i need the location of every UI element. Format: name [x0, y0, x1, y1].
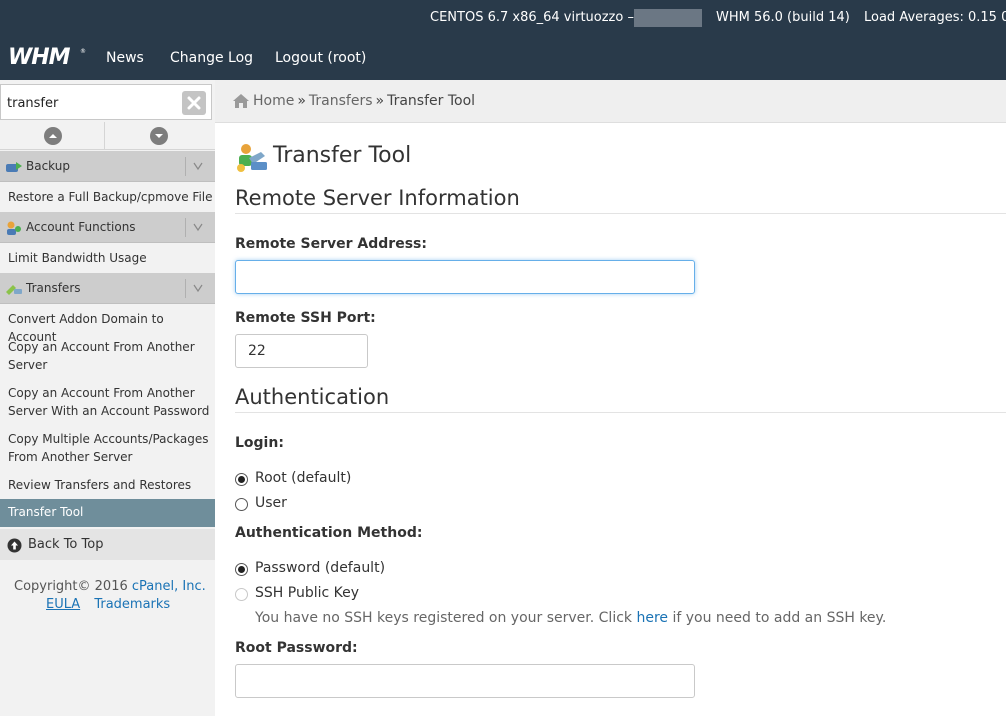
radio-label: SSH Public Key: [255, 585, 360, 601]
nav-changelog-link[interactable]: Change Log: [170, 50, 253, 66]
divider: [235, 213, 1006, 214]
top-header: CENTOS 6.7 x86_64 virtuozzo – WHM 56.0 (…: [0, 0, 1006, 80]
whm-logo[interactable]: WHM ®: [8, 44, 86, 68]
breadcrumb-transfers[interactable]: Transfers: [309, 93, 373, 109]
server-status-bar: CENTOS 6.7 x86_64 virtuozzo – WHM 56.0 (…: [0, 0, 1006, 34]
sidebar-item-copy-multiple[interactable]: Copy Multiple Accounts/Packages From Ano…: [8, 430, 213, 466]
radio-label: Password (default): [255, 560, 386, 576]
sidebar-item-copy-account-password[interactable]: Copy an Account From Another Server With…: [8, 384, 213, 420]
help-text-before: You have no SSH keys registered on your …: [255, 610, 633, 626]
close-icon[interactable]: [182, 91, 206, 115]
ssh-port-label: Remote SSH Port:: [235, 310, 376, 326]
back-to-top-button[interactable]: Back To Top: [0, 529, 215, 560]
nav-logout-link[interactable]: Logout (root): [275, 50, 366, 66]
transfers-icon: [6, 285, 22, 295]
radio-label: User: [255, 495, 287, 511]
footer-links: EULA Trademarks: [46, 597, 170, 612]
breadcrumb-separator: »: [297, 93, 306, 109]
copyright-text: Copyright© 2016 cPanel, Inc.: [14, 579, 206, 594]
chevron-up-icon: [44, 127, 62, 145]
sidebar-category-label: Backup: [26, 159, 70, 173]
section-authentication: Authentication: [235, 385, 390, 409]
collapse-all-button[interactable]: [0, 122, 105, 150]
section-remote-server: Remote Server Information: [235, 186, 520, 210]
remote-address-label: Remote Server Address:: [235, 236, 427, 252]
cpanel-link[interactable]: cPanel, Inc.: [132, 579, 206, 594]
divider: [185, 218, 186, 237]
page-title: Transfer Tool: [273, 143, 412, 168]
help-text-after: if you need to add an SSH key.: [672, 610, 887, 626]
breadcrumb-home[interactable]: Home: [253, 93, 294, 109]
chevron-down-icon: [150, 127, 168, 145]
radio-label: Root (default): [255, 470, 352, 486]
login-label: Login:: [235, 435, 284, 451]
sidebar-category-account-functions[interactable]: Account Functions: [0, 212, 215, 243]
auth-method-label: Authentication Method:: [235, 525, 423, 541]
sidebar-item-copy-account[interactable]: Copy an Account From Another Server: [8, 338, 203, 374]
sidebar-item-transfer-tool[interactable]: Transfer Tool: [0, 499, 215, 527]
sidebar-category-label: Transfers: [26, 281, 81, 295]
backup-icon: [6, 162, 22, 172]
breadcrumb: Home» Transfers» Transfer Tool: [215, 80, 1006, 123]
chevron-down-icon: [193, 284, 203, 293]
whm-version: WHM 56.0 (build 14): [716, 10, 850, 25]
chevron-down-icon: [193, 223, 203, 232]
ssh-key-help-text: You have no SSH keys registered on your …: [255, 610, 886, 626]
add-ssh-key-link[interactable]: here: [636, 610, 668, 626]
breadcrumb-separator: »: [375, 93, 385, 109]
sidebar-category-label: Account Functions: [26, 220, 136, 234]
ssh-port-input[interactable]: [235, 334, 368, 368]
accounts-icon: [7, 221, 21, 235]
redacted-hostname: [634, 9, 702, 27]
nav-news-link[interactable]: News: [106, 50, 144, 66]
sidebar-search: [0, 84, 212, 120]
root-password-input[interactable]: [235, 664, 695, 698]
collapse-controls: [0, 122, 215, 150]
radio-button[interactable]: [235, 473, 248, 486]
sidebar-item-label: Transfer Tool: [8, 505, 84, 519]
copyright-prefix: Copyright© 2016: [14, 579, 128, 594]
radio-button[interactable]: [235, 563, 248, 576]
divider: [235, 412, 1006, 413]
eula-link[interactable]: EULA: [46, 597, 80, 612]
radio-button[interactable]: [235, 588, 248, 601]
sidebar-category-backup[interactable]: Backup: [0, 151, 215, 182]
root-password-label: Root Password:: [235, 640, 358, 656]
breadcrumb-current: Transfer Tool: [387, 93, 476, 109]
divider: [185, 157, 186, 176]
back-to-top-label: Back To Top: [28, 537, 104, 552]
server-os-info: CENTOS 6.7 x86_64 virtuozzo –: [430, 10, 634, 25]
sidebar-item-limit-bandwidth[interactable]: Limit Bandwidth Usage: [8, 249, 214, 267]
whm-logo-text: WHM: [8, 45, 71, 68]
expand-all-button[interactable]: [106, 122, 211, 150]
remote-address-input[interactable]: [235, 260, 695, 294]
chevron-down-icon: [193, 162, 203, 171]
svg-text:®: ®: [80, 48, 86, 55]
load-averages: Load Averages: 0.15 0: [864, 10, 1006, 25]
arrow-up-circle-icon: [7, 538, 22, 553]
transfer-tool-icon: [237, 144, 267, 172]
radio-button[interactable]: [235, 498, 248, 511]
divider: [185, 279, 186, 298]
search-input[interactable]: [7, 93, 175, 113]
sidebar-item-review-transfers[interactable]: Review Transfers and Restores: [8, 476, 214, 494]
sidebar-item-restore-backup[interactable]: Restore a Full Backup/cpmove File: [8, 188, 214, 206]
sidebar-category-transfers[interactable]: Transfers: [0, 273, 215, 304]
trademarks-link[interactable]: Trademarks: [94, 597, 170, 612]
home-icon[interactable]: [232, 93, 250, 109]
